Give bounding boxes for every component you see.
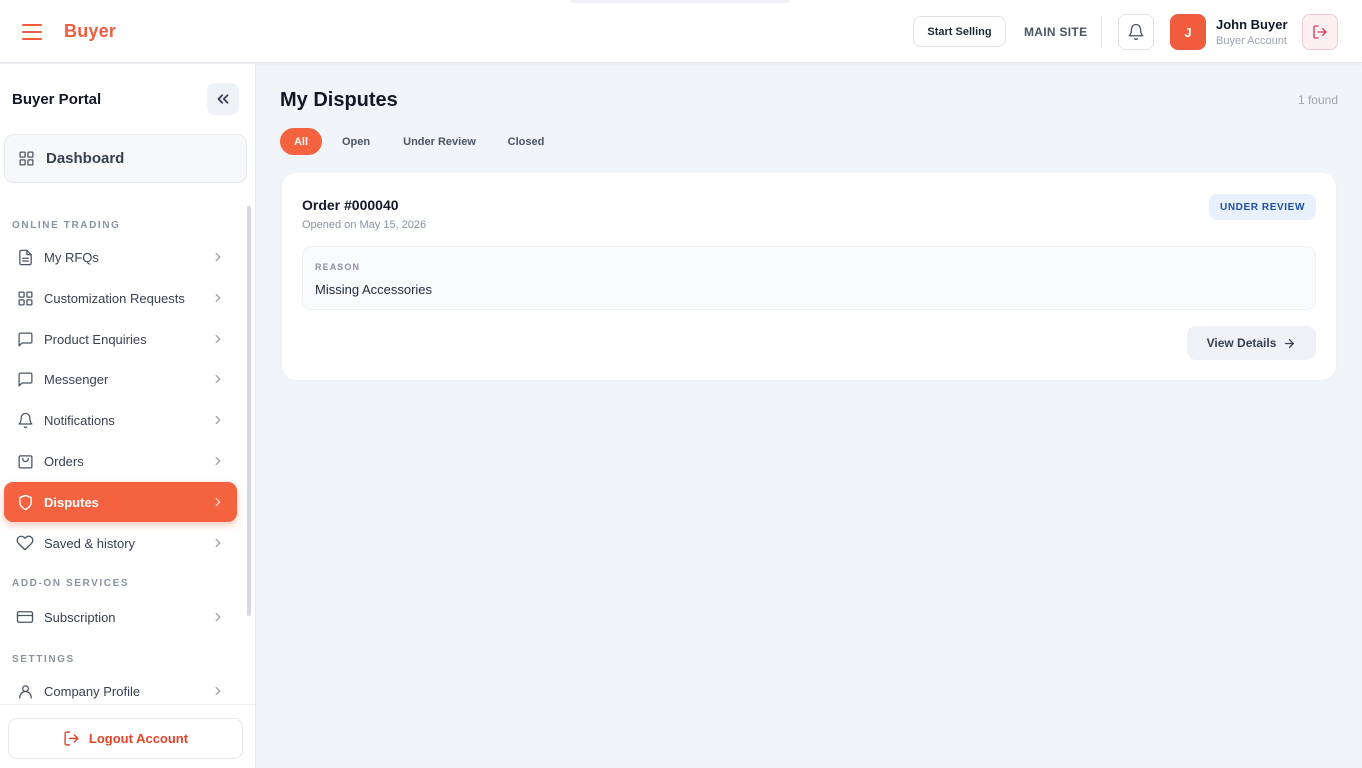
start-selling-button[interactable]: Start Selling [913,16,1006,47]
hamburger-menu-icon[interactable] [22,24,42,40]
sidebar-title: Buyer Portal [12,91,102,108]
brand-logo[interactable]: Buyer [64,21,116,42]
view-details-button[interactable]: View Details [1187,326,1316,360]
heart-icon [16,535,34,551]
reason-label: REASON [315,262,361,272]
page-title: My Disputes [280,89,398,111]
chevron-right-icon [215,252,221,262]
sidebar-item-customization-requests[interactable]: Customization Requests [4,278,237,318]
message-icon [17,371,33,387]
logout-account-label: Logout Account [88,731,189,746]
logout-icon [64,731,79,746]
arrow-right-icon [1285,338,1295,348]
user-role: Buyer Account [1216,35,1287,47]
bell-icon [1128,23,1144,41]
sidebar-item-label: Dashboard [46,150,125,167]
chevron-right-icon [215,415,221,425]
reason-box: REASON Missing Accessories [302,246,1316,310]
section-label-online-trading: ONLINE TRADING [12,220,121,231]
result-count: 1 found [1297,93,1338,107]
sidebar-item-label: My RFQs [44,249,99,265]
sidebar-item-subscription[interactable]: Subscription [4,597,237,637]
chevron-right-icon [215,374,221,384]
chat-bubble-icon [17,331,33,347]
grid-icon [17,290,33,306]
avatar[interactable]: J [1170,14,1206,50]
chevron-right-icon [215,293,221,303]
status-badge: UNDER REVIEW [1209,194,1316,220]
bell-icon [17,412,33,428]
sidebar-item-label: Product Enquiries [44,331,147,347]
tab-closed[interactable]: Closed [498,128,554,155]
sidebar-footer: Logout Account [0,704,255,768]
opened-date: Opened on May 15, 2026 [302,219,427,231]
user-icon [18,684,32,699]
header-divider [1101,16,1102,48]
section-label-settings: SETTINGS [12,654,75,665]
sidebar-item-label: Subscription [44,609,116,625]
sidebar-item-label: Orders [44,453,84,469]
sidebar-item-messenger[interactable]: Messenger [4,359,237,399]
chevron-right-icon [215,334,221,344]
view-details-label: View Details [1206,336,1277,350]
sidebar-item-product-enquiries[interactable]: Product Enquiries [4,319,237,359]
top-bar: Buyer Start Selling MAIN SITE J John Buy… [0,0,1362,63]
logout-icon [1313,25,1327,39]
sidebar-item-orders[interactable]: Orders [4,441,237,481]
top-center-divider [570,0,790,3]
tab-under-review[interactable]: Under Review [393,128,486,155]
sidebar-item-label: Saved & history [44,535,136,551]
sidebar-item-saved-history[interactable]: Saved & history [4,523,237,563]
logout-account-button[interactable]: Logout Account [8,718,243,759]
collapse-sidebar-button[interactable] [207,83,239,115]
sidebar-item-my-rfqs[interactable]: My RFQs [4,237,237,277]
sidebar-item-disputes[interactable]: Disputes [4,482,237,522]
logout-button[interactable] [1302,14,1338,50]
sidebar-item-dashboard[interactable]: Dashboard [4,134,247,183]
double-chevron-left-icon [217,94,229,104]
chevron-right-icon [215,612,221,622]
sidebar: Buyer Portal Dashboard ONLINE TRADING My… [0,64,256,768]
shield-icon [18,494,32,510]
chevron-right-icon [215,456,221,466]
reason-value: Missing Accessories [315,282,433,297]
sidebar-item-notifications[interactable]: Notifications [4,400,237,440]
user-name: John Buyer [1216,17,1288,32]
grid-icon [19,151,34,166]
chevron-right-icon [215,686,221,696]
sidebar-item-label: Company Profile [44,683,141,699]
sidebar-item-label: Messenger [44,371,109,387]
notifications-button[interactable] [1118,14,1154,50]
main-site-link[interactable]: MAIN SITE [1024,25,1087,39]
document-icon [18,249,32,265]
tab-all[interactable]: All [280,128,322,155]
sidebar-item-label: Customization Requests [44,290,185,306]
section-label-add-on-services: ADD-ON SERVICES [12,578,130,589]
bag-icon [17,454,33,469]
sidebar-scrollbar[interactable] [247,206,251,616]
sidebar-item-label: Disputes [44,494,99,510]
chevron-right-icon [215,497,221,507]
dispute-card: Order #000040 Opened on May 15, 2026 UND… [282,173,1336,380]
credit-card-icon [16,611,34,623]
chevron-right-icon [215,538,221,548]
tab-open[interactable]: Open [332,128,380,155]
order-id: Order #000040 [302,197,399,213]
sidebar-item-label: Notifications [44,412,115,428]
